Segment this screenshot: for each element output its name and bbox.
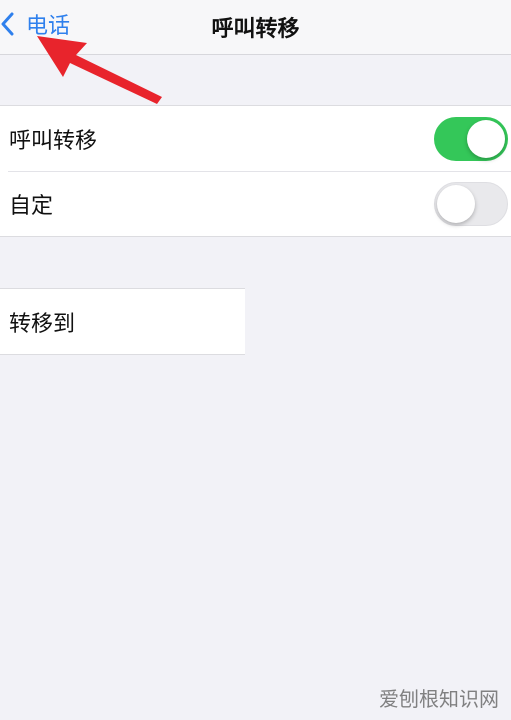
call-forwarding-toggle[interactable] bbox=[434, 117, 508, 161]
forward-to-label: 转移到 bbox=[9, 311, 76, 337]
call-forwarding-settings-group: 呼叫转移 自定 bbox=[0, 105, 511, 237]
call-forwarding-label: 呼叫转移 bbox=[9, 128, 98, 154]
custom-row: 自定 bbox=[0, 171, 511, 236]
custom-label: 自定 bbox=[9, 193, 54, 219]
page-title: 呼叫转移 bbox=[211, 17, 300, 42]
forward-to-row[interactable]: 转移到 bbox=[0, 289, 245, 354]
navigation-bar: 电话 呼叫转移 bbox=[0, 0, 511, 55]
custom-toggle[interactable] bbox=[434, 182, 508, 226]
forward-to-group: 转移到 bbox=[0, 288, 245, 355]
watermark: 爱刨根知识网 bbox=[379, 687, 499, 711]
toggle-knob bbox=[437, 185, 475, 223]
call-forwarding-row: 呼叫转移 bbox=[0, 106, 511, 171]
toggle-knob bbox=[467, 120, 505, 158]
